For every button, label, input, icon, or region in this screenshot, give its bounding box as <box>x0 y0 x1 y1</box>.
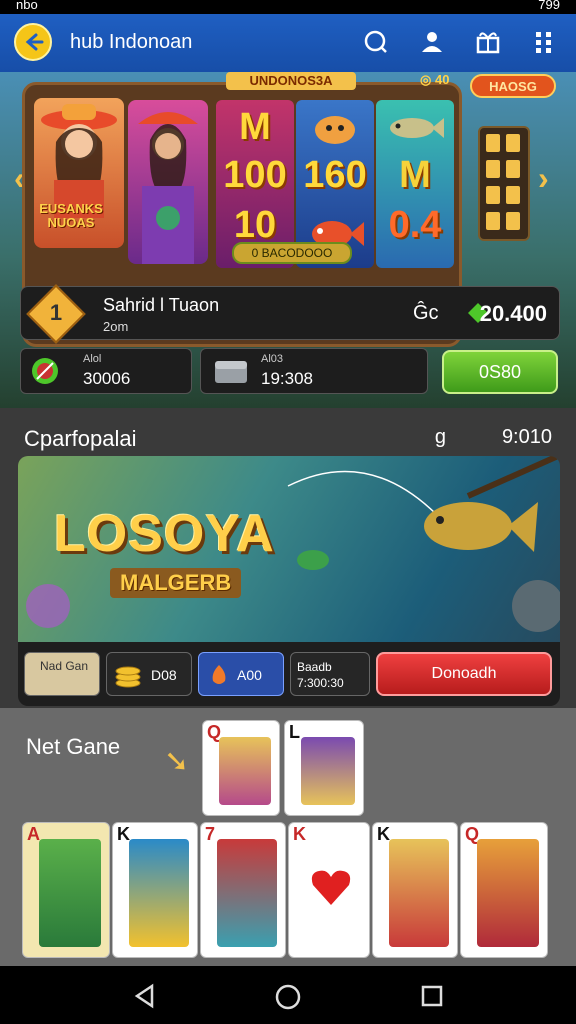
stat-2-value: 19:308 <box>261 369 313 388</box>
top-card-1-art <box>219 737 271 805</box>
treasure-icon <box>215 361 247 383</box>
reel-title: UNDONOS3A <box>226 72 356 90</box>
chip-3[interactable]: A00 <box>198 652 284 696</box>
card-4[interactable]: K <box>288 822 370 958</box>
banner-title: LOSOYA <box>54 505 275 563</box>
gift-icon[interactable] <box>474 28 502 56</box>
status-left: nbo <box>16 0 38 12</box>
banner-subtitle: MALGERB <box>110 568 242 598</box>
chip-1-text: Nad Gan <box>39 659 89 673</box>
coins-icon <box>115 666 141 688</box>
card-2-art <box>129 839 189 947</box>
chip-2[interactable]: D08 <box>106 652 192 696</box>
top-card-1[interactable]: Q <box>202 720 280 816</box>
banner-action-bar: Nad Gan D08 A00 Baadb 7:300:30 Donoadh <box>18 642 560 706</box>
jackpot-chip: 0 BACODOOO <box>232 242 352 264</box>
chip-2-text: D08 <box>151 667 177 683</box>
fishing-game-banner[interactable]: LOSOYA MALGERB <box>18 456 560 642</box>
status-bar: nbo 799 <box>0 0 576 14</box>
back-button[interactable] <box>14 23 52 61</box>
reel-3: M 0.4 <box>376 100 454 268</box>
portrait-caption: EUSANKS NUOAS <box>39 201 103 230</box>
bonus-pill[interactable]: HAOSG <box>470 74 556 98</box>
chat-icon[interactable] <box>362 28 390 56</box>
reel-3-symbol-3: 0.4 <box>388 204 442 246</box>
coin-icon: ◎ <box>420 72 432 87</box>
balance-value: 20.400 <box>479 301 547 326</box>
chip-4-text: Baadb 7:300:30 <box>297 660 344 690</box>
balance-prefix: Ĝc <box>413 302 439 324</box>
card-1[interactable]: A <box>22 822 110 958</box>
card-3-rank: 7 <box>205 824 216 844</box>
next-game-title: Net Gane <box>26 734 121 759</box>
section-glyph: g <box>434 426 446 448</box>
reel-2-symbol-2: 160 <box>303 154 367 196</box>
card-5-rank: K <box>377 824 390 844</box>
reel-3-symbol-2: M <box>399 154 431 196</box>
nav-back-icon[interactable] <box>132 983 158 1009</box>
back-arrow-icon <box>25 33 44 51</box>
woman-hat-icon <box>41 104 117 218</box>
fire-icon <box>212 665 226 684</box>
stat-1-value: 30006 <box>83 369 131 388</box>
stat-box-1: Alol 30006 <box>20 348 192 394</box>
card-3[interactable]: 7 <box>200 822 286 958</box>
card-6-art <box>477 839 539 947</box>
reel-1-symbol-3: 10 <box>233 204 277 246</box>
play-button[interactable]: 0S80 <box>442 350 558 394</box>
player-info-row: 1 Sahrid l Tuaon 2om Ĝc 20.400 <box>20 284 560 344</box>
card-2-rank: K <box>117 824 130 844</box>
deposit-button[interactable]: Donoadh <box>376 652 552 696</box>
card-3-art <box>217 839 277 947</box>
chip-4[interactable]: Baadb 7:300:30 <box>290 652 370 696</box>
system-nav-bar <box>0 966 576 1024</box>
pointer-arrow-icon: ➘ <box>164 745 190 778</box>
top-card-2[interactable]: L <box>284 720 364 816</box>
player-name: Sahrid l Tuaon <box>103 295 220 315</box>
stat-1-label: Alol <box>83 353 102 365</box>
level-number: 1 <box>49 300 63 325</box>
section-right-value: 9:010 <box>501 426 552 448</box>
reel-1-symbol-1: M <box>239 106 271 148</box>
slot-hero[interactable]: ‹ › UNDONOS3A ◎ 40 HAOSG EUSANKS NUOAS M… <box>0 72 576 408</box>
profile-icon[interactable] <box>418 28 446 56</box>
dancer-icon <box>138 112 198 264</box>
next-arrow-icon[interactable]: › <box>538 160 558 200</box>
card-5-art <box>389 839 449 947</box>
top-card-2-art <box>301 737 355 805</box>
stat-2-label: Al03 <box>261 353 284 365</box>
nav-recents-icon[interactable] <box>420 984 444 1008</box>
app-bar: hub Indonoan <box>0 14 576 72</box>
player-subtitle: 2om <box>103 319 129 334</box>
coin-chip: ◎ 40 <box>420 72 468 90</box>
section-title: Cparfopalai <box>24 426 137 451</box>
stat-box-2: Al03 19:308 <box>200 348 428 394</box>
chip-3-text: A00 <box>237 667 262 683</box>
character-portrait-2 <box>128 100 208 264</box>
fish-icon <box>390 118 444 138</box>
card-1-art <box>39 839 101 947</box>
heart-suit-icon <box>311 870 351 905</box>
card-2[interactable]: K <box>112 822 198 958</box>
mini-symbols-icon <box>486 134 520 230</box>
reel-1-symbol-2: 100 <box>223 154 287 196</box>
card-1-rank: A <box>27 824 40 844</box>
status-right: 799 <box>538 0 560 12</box>
menu-grid-icon[interactable] <box>530 28 558 56</box>
next-game-section: Net Gane ➘ Q L A K 7 K K Q <box>0 708 576 966</box>
target-icon <box>32 358 58 384</box>
cat-fish-icon <box>315 116 355 144</box>
card-5[interactable]: K <box>372 822 458 958</box>
side-symbol-panel <box>478 126 530 241</box>
card-4-rank: K <box>293 824 306 844</box>
nav-home-icon[interactable] <box>274 983 302 1011</box>
featured-section: Cparfopalai g 9:010 LOSOYA MALGERB Nad G… <box>0 408 576 708</box>
top-card-2-rank: L <box>289 722 300 742</box>
card-6[interactable]: Q <box>460 822 548 958</box>
chip-1[interactable]: Nad Gan <box>24 652 100 696</box>
coin-value: 40 <box>434 72 450 87</box>
app-title: hub Indonoan <box>70 31 193 53</box>
